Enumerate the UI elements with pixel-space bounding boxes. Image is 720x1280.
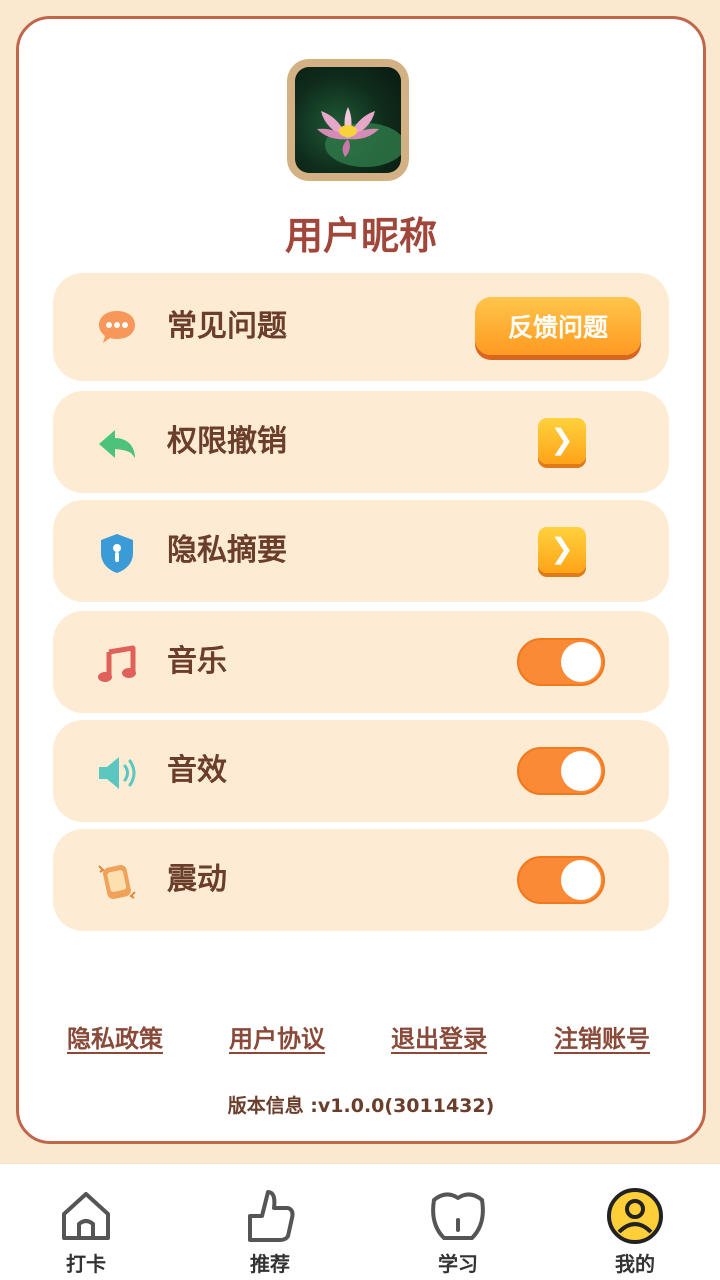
speaker-icon (95, 751, 139, 795)
bottom-tab-bar: 打卡 推荐 学习 我的 (0, 1163, 720, 1280)
sound-effects-label: 音效 (167, 753, 227, 788)
settings-card: 用户昵称 常见问题 反馈问题 权限撤销 ❯ 隐私摘要 ❯ 音乐 音效 震动 隐私… (16, 16, 706, 1144)
faq-label: 常见问题 (167, 309, 287, 344)
tab-recommend-label: 推荐 (250, 1252, 290, 1276)
feedback-button[interactable]: 反馈问题 (475, 297, 641, 355)
vibrating-phone-icon (95, 860, 139, 904)
privacy-policy-link[interactable]: 隐私政策 (67, 1019, 163, 1054)
permissions-row[interactable]: 权限撤销 ❯ (53, 391, 669, 493)
chat-bubble-icon (95, 305, 139, 349)
faq-row[interactable]: 常见问题 反馈问题 (53, 273, 669, 381)
sound-effects-row: 音效 (53, 720, 669, 822)
tab-study[interactable]: 学习 (398, 1164, 518, 1280)
avatar[interactable] (287, 59, 409, 181)
privacy-summary-row[interactable]: 隐私摘要 ❯ (53, 500, 669, 602)
back-arrow-icon (95, 422, 139, 466)
delete-account-link[interactable]: 注销账号 (554, 1019, 650, 1054)
vibration-label: 震动 (167, 862, 227, 897)
toggle-knob (561, 860, 601, 900)
music-row: 音乐 (53, 611, 669, 713)
sound-effects-toggle[interactable] (517, 747, 605, 795)
cup-icon (428, 1186, 488, 1246)
lotus-avatar-image (295, 67, 401, 173)
user-icon (605, 1186, 665, 1246)
toggle-knob (561, 642, 601, 682)
privacy-summary-label: 隐私摘要 (167, 533, 287, 568)
vibration-row: 震动 (53, 829, 669, 931)
user-nickname: 用户昵称 (284, 214, 437, 258)
music-label: 音乐 (167, 644, 227, 679)
thumbs-up-icon (240, 1186, 300, 1246)
shield-icon (95, 531, 139, 575)
tab-checkin-label: 打卡 (66, 1252, 106, 1276)
house-icon (56, 1186, 116, 1246)
vibration-toggle[interactable] (517, 856, 605, 904)
music-note-icon (95, 642, 139, 686)
tab-recommend[interactable]: 推荐 (210, 1164, 330, 1280)
logout-link[interactable]: 退出登录 (391, 1019, 487, 1054)
footer-links: 隐私政策 用户协议 退出登录 注销账号 (19, 1019, 703, 1059)
tab-checkin[interactable]: 打卡 (26, 1164, 146, 1280)
music-toggle[interactable] (517, 638, 605, 686)
tab-mine-label: 我的 (615, 1252, 655, 1276)
permissions-chevron-right-icon[interactable]: ❯ (538, 418, 586, 464)
tab-study-label: 学习 (438, 1252, 478, 1276)
user-agreement-link[interactable]: 用户协议 (229, 1019, 325, 1054)
tab-mine[interactable]: 我的 (575, 1164, 695, 1280)
version-info: 版本信息 :v1.0.0(3011432) (227, 1095, 495, 1117)
permissions-label: 权限撤销 (167, 424, 287, 459)
toggle-knob (561, 751, 601, 791)
privacy-summary-chevron-right-icon[interactable]: ❯ (538, 527, 586, 573)
